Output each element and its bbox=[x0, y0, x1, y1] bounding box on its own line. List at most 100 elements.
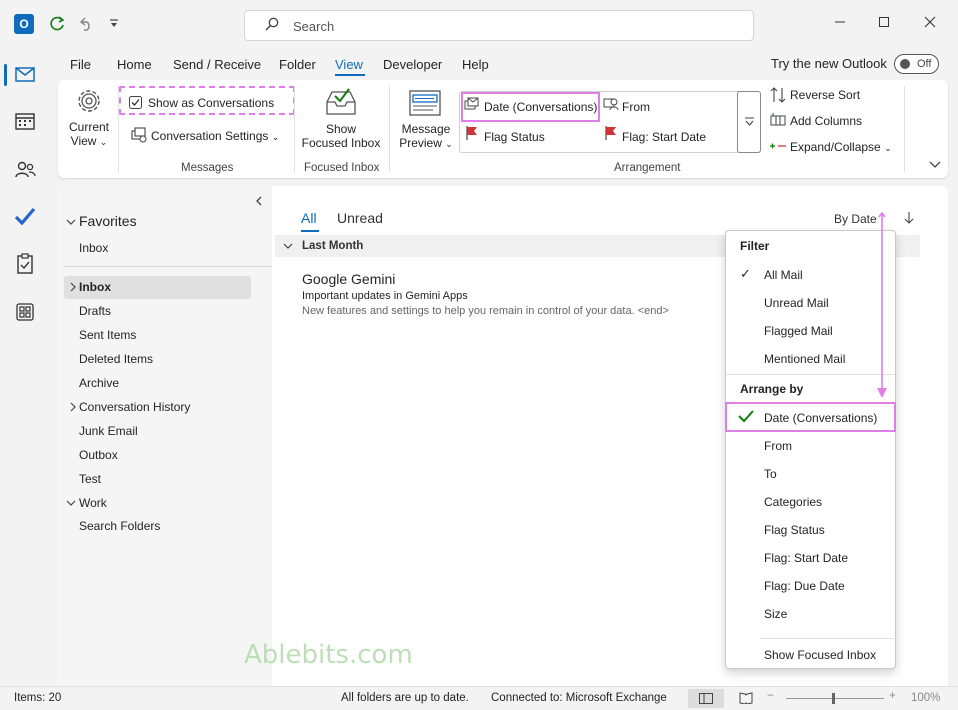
toggle-label: Off bbox=[917, 58, 932, 70]
show-as-conversations-checkbox[interactable]: Show as Conversations bbox=[148, 96, 274, 110]
folder-sent-items[interactable]: Sent Items bbox=[79, 328, 136, 342]
date-conversations-icon bbox=[464, 97, 479, 110]
expand-collapse-button[interactable]: Expand/Collapse ⌄ bbox=[790, 140, 892, 154]
current-view-gear-icon bbox=[78, 90, 100, 112]
arrange-to-item[interactable]: To bbox=[764, 467, 777, 481]
chevron-right-icon[interactable] bbox=[68, 282, 78, 292]
tab-send-receive[interactable]: Send / Receive bbox=[173, 57, 261, 72]
apps-icon[interactable] bbox=[13, 300, 37, 324]
close-button[interactable] bbox=[920, 14, 940, 34]
chevron-right-icon[interactable] bbox=[68, 402, 78, 412]
show-focused-inbox-button[interactable]: Show Focused Inbox bbox=[300, 122, 382, 150]
filter-all-mail[interactable]: All Mail bbox=[764, 268, 803, 282]
arrange-date-conversations[interactable]: Date (Conversations) bbox=[484, 100, 597, 114]
arrange-categories-item[interactable]: Categories bbox=[764, 495, 822, 509]
arrange-flag-due-date-item[interactable]: Flag: Due Date bbox=[764, 579, 845, 593]
toggle-knob bbox=[900, 59, 910, 69]
calendar-icon[interactable] bbox=[13, 109, 37, 133]
arrange-from-item[interactable]: From bbox=[764, 439, 792, 453]
show-focused-label-1: Show bbox=[325, 122, 357, 136]
sort-by-dropdown[interactable]: By Date bbox=[834, 212, 877, 226]
ribbon-separator bbox=[389, 86, 390, 172]
conversation-settings-icon bbox=[131, 127, 147, 143]
arrange-size-item[interactable]: Size bbox=[764, 607, 787, 621]
tab-file[interactable]: File bbox=[70, 57, 91, 72]
ribbon-separator bbox=[294, 86, 295, 172]
filter-mentioned-mail[interactable]: Mentioned Mail bbox=[764, 352, 845, 366]
ribbon-collapse-chevron-icon[interactable] bbox=[929, 160, 941, 170]
sort-direction-icon[interactable] bbox=[903, 211, 915, 225]
collapse-folder-pane-icon[interactable] bbox=[254, 196, 264, 206]
tasks-icon[interactable] bbox=[13, 252, 37, 276]
app-rail bbox=[0, 52, 50, 686]
minimize-button[interactable] bbox=[830, 14, 850, 34]
chevron-down-icon[interactable] bbox=[283, 241, 293, 251]
gallery-more-icon bbox=[745, 117, 754, 126]
filter-unread-mail[interactable]: Unread Mail bbox=[764, 296, 829, 310]
maximize-button[interactable] bbox=[874, 14, 894, 34]
show-focused-inbox-item[interactable]: Show Focused Inbox bbox=[764, 648, 876, 662]
zoom-in-button[interactable]: + bbox=[889, 690, 896, 702]
message-preview-button[interactable]: Message Preview ⌄ bbox=[394, 122, 458, 150]
folder-inbox[interactable]: Inbox bbox=[79, 280, 111, 294]
current-view-label-1: Current bbox=[68, 120, 109, 134]
search-box[interactable]: Search bbox=[244, 10, 754, 41]
folder-conversation-history[interactable]: Conversation History bbox=[79, 400, 190, 414]
show-focused-label-2: Focused Inbox bbox=[301, 136, 381, 150]
conversation-settings-button[interactable]: Conversation Settings ⌄ bbox=[151, 129, 279, 143]
tab-help[interactable]: Help bbox=[462, 57, 489, 72]
from-icon bbox=[603, 98, 619, 111]
customize-quick-access-icon[interactable] bbox=[108, 18, 120, 30]
mail-icon[interactable] bbox=[13, 62, 37, 86]
favorite-inbox[interactable]: Inbox bbox=[79, 241, 108, 255]
new-outlook-toggle[interactable]: Off bbox=[894, 54, 939, 74]
todo-icon[interactable] bbox=[13, 204, 37, 228]
send-receive-icon[interactable] bbox=[48, 15, 66, 33]
normal-view-button[interactable] bbox=[688, 689, 724, 708]
folder-junk-email[interactable]: Junk Email bbox=[79, 424, 138, 438]
reverse-sort-button[interactable]: Reverse Sort bbox=[790, 88, 860, 102]
tab-unread[interactable]: Unread bbox=[337, 210, 383, 226]
people-icon[interactable] bbox=[13, 158, 37, 182]
zoom-slider[interactable] bbox=[786, 698, 884, 699]
reading-view-icon[interactable] bbox=[739, 692, 753, 704]
folder-archive[interactable]: Archive bbox=[79, 376, 119, 390]
folder-divider bbox=[64, 266, 272, 267]
chevron-down-icon[interactable] bbox=[66, 217, 76, 227]
add-columns-button[interactable]: Add Columns bbox=[790, 114, 862, 128]
tab-home[interactable]: Home bbox=[117, 57, 152, 72]
filter-flagged-mail[interactable]: Flagged Mail bbox=[764, 324, 833, 338]
tab-all[interactable]: All bbox=[301, 210, 317, 226]
filter-section-header: Filter bbox=[740, 239, 770, 253]
group-arrangement-label: Arrangement bbox=[614, 162, 681, 174]
zoom-out-button[interactable]: − bbox=[767, 690, 774, 702]
zoom-slider-thumb[interactable] bbox=[832, 693, 835, 704]
folder-work[interactable]: Work bbox=[79, 496, 107, 510]
folder-test[interactable]: Test bbox=[79, 472, 101, 486]
message-item[interactable]: Google Gemini Important updates in Gemin… bbox=[275, 265, 725, 321]
tab-developer[interactable]: Developer bbox=[383, 57, 442, 72]
normal-view-icon bbox=[699, 693, 713, 704]
arrange-flag-start-date[interactable]: Flag: Start Date bbox=[622, 130, 706, 144]
chevron-down-icon[interactable] bbox=[66, 498, 76, 508]
arrange-from[interactable]: From bbox=[622, 100, 650, 114]
checkbox-checked-icon[interactable] bbox=[129, 96, 142, 109]
tab-folder[interactable]: Folder bbox=[279, 57, 316, 72]
folder-drafts[interactable]: Drafts bbox=[79, 304, 111, 318]
ablebits-watermark: Ablebits.com bbox=[244, 640, 413, 670]
arrange-flag-status[interactable]: Flag Status bbox=[484, 130, 545, 144]
annotation-arrow bbox=[877, 212, 887, 398]
folder-deleted-items[interactable]: Deleted Items bbox=[79, 352, 153, 366]
folder-outbox[interactable]: Outbox bbox=[79, 448, 118, 462]
tab-view[interactable]: View bbox=[335, 57, 363, 72]
search-icon bbox=[265, 17, 279, 31]
search-placeholder: Search bbox=[293, 19, 335, 34]
arrangement-gallery-more-button[interactable] bbox=[737, 91, 761, 153]
current-view-button[interactable]: Current View ⌄ bbox=[62, 120, 116, 148]
arrange-flag-status-item[interactable]: Flag Status bbox=[764, 523, 825, 537]
arrange-flag-start-date-item[interactable]: Flag: Start Date bbox=[764, 551, 848, 565]
highlight-arrange-date-conversations bbox=[725, 402, 896, 432]
favorites-header[interactable]: Favorites bbox=[79, 213, 137, 229]
folder-search-folders[interactable]: Search Folders bbox=[79, 519, 160, 533]
undo-icon[interactable] bbox=[78, 15, 96, 33]
